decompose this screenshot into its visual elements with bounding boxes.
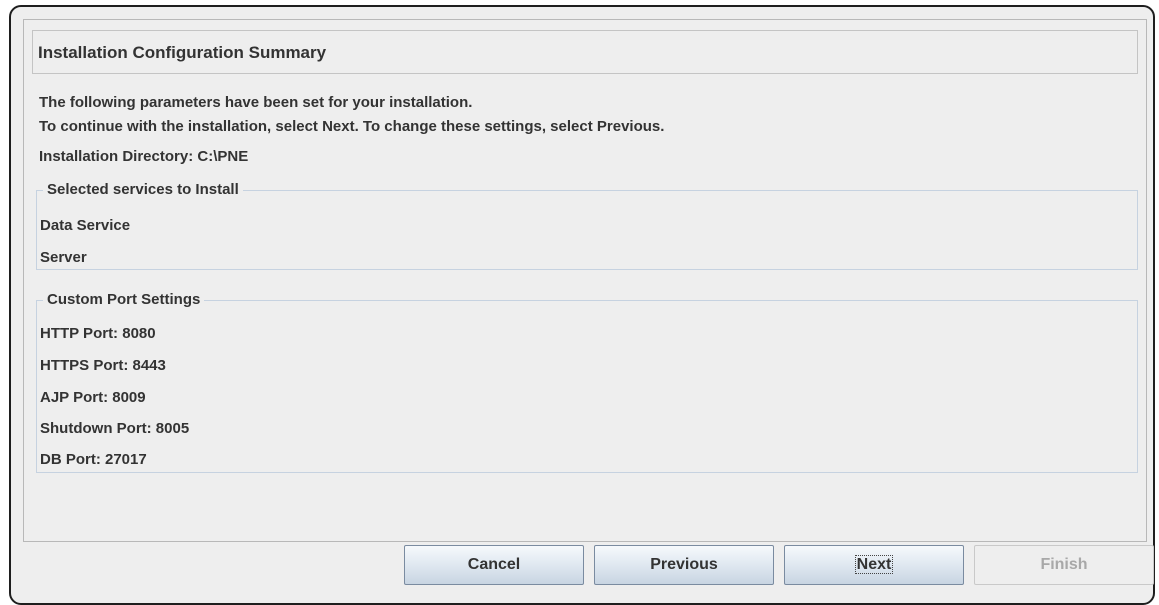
- cancel-button[interactable]: Cancel: [404, 545, 584, 585]
- finish-button-label: Finish: [1040, 556, 1088, 573]
- services-group-legend: Selected services to Install: [43, 181, 243, 198]
- finish-button[interactable]: Finish: [974, 545, 1154, 585]
- summary-panel: Installation Configuration Summary The f…: [23, 19, 1147, 542]
- service-item-data-service: Data Service: [40, 217, 131, 234]
- port-item-http: HTTP Port: 8080: [40, 325, 156, 342]
- port-item-ajp: AJP Port: 8009: [40, 389, 146, 406]
- installer-window: Installation Configuration Summary The f…: [9, 5, 1155, 605]
- page-title: Installation Configuration Summary: [38, 43, 327, 62]
- installation-directory: Installation Directory: C:\PNE: [39, 148, 249, 165]
- next-button-label: Next: [854, 555, 894, 574]
- port-item-shutdown: Shutdown Port: 8005: [40, 420, 190, 437]
- ports-group-legend: Custom Port Settings: [43, 291, 205, 308]
- title-box: Installation Configuration Summary: [32, 30, 1138, 74]
- previous-button-label: Previous: [650, 556, 718, 573]
- port-item-db: DB Port: 27017: [40, 451, 147, 468]
- intro-line-2: To continue with the installation, selec…: [39, 118, 665, 135]
- port-item-https: HTTPS Port: 8443: [40, 357, 166, 374]
- next-button[interactable]: Next: [784, 545, 964, 585]
- cancel-button-label: Cancel: [467, 556, 521, 573]
- services-group: Selected services to Install Data Servic…: [36, 181, 1138, 270]
- ports-group: Custom Port Settings HTTP Port: 8080 HTT…: [36, 291, 1138, 473]
- service-item-server: Server: [40, 249, 87, 266]
- previous-button[interactable]: Previous: [594, 545, 774, 585]
- intro-line-1: The following parameters have been set f…: [39, 94, 473, 111]
